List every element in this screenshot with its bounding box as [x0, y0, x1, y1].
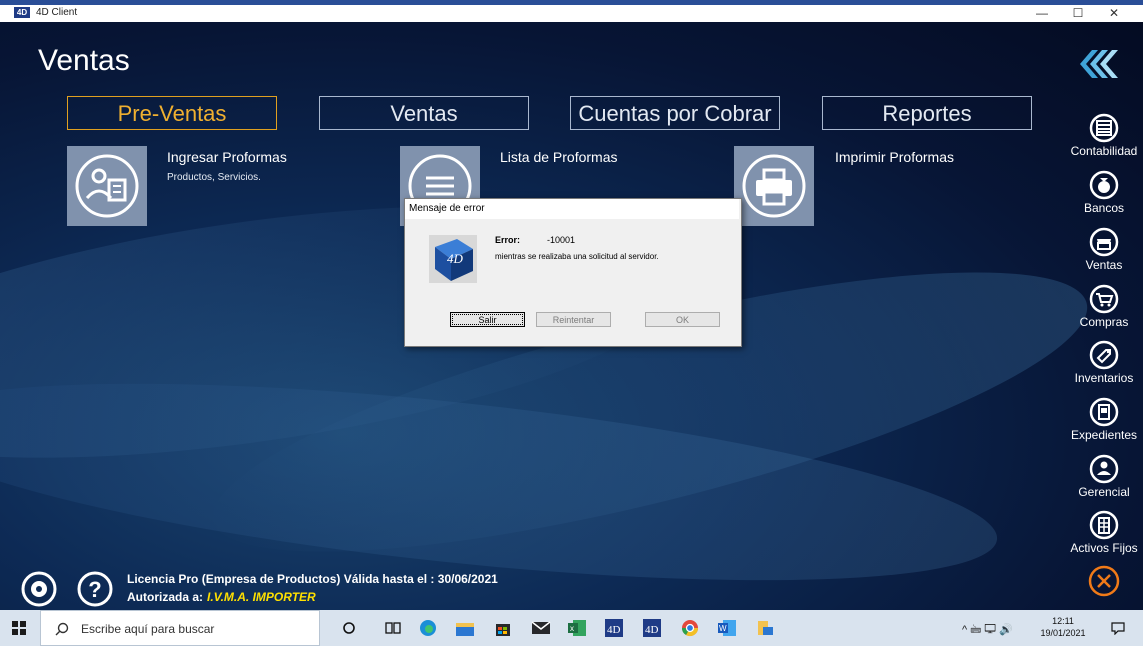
authorized-label: Autorizada a:	[127, 590, 204, 604]
svg-text:4D: 4D	[645, 624, 659, 636]
svg-text:4D: 4D	[607, 624, 621, 636]
tab-cuentas-por-cobrar[interactable]: Cuentas por Cobrar	[570, 96, 780, 130]
error-label: Error:	[495, 235, 521, 245]
nav-compras[interactable]: Compras	[1066, 284, 1142, 329]
nav-inventarios-label: Inventarios	[1074, 371, 1134, 385]
taskbar-clock[interactable]: 12:11 19/01/2021	[1040, 615, 1086, 639]
ingresar-proformas-title[interactable]: Ingresar Proformas	[167, 149, 287, 165]
dialog-title: Mensaje de error	[405, 199, 739, 219]
salir-button[interactable]: Salir	[450, 312, 525, 327]
excel-icon[interactable]: x	[566, 617, 588, 639]
maximize-button[interactable]: ☐	[1060, 5, 1096, 22]
nav-expedientes[interactable]: Expedientes	[1066, 397, 1142, 442]
window-title: 4D Client	[36, 7, 78, 18]
ingresar-proformas-subtitle: Productos, Servicios.	[167, 172, 261, 183]
taskbar-search[interactable]: Escribe aquí para buscar	[40, 610, 320, 646]
nav-contabilidad[interactable]: Contabilidad	[1066, 113, 1142, 158]
user-form-icon	[75, 154, 139, 218]
cart-icon	[1089, 284, 1119, 314]
search-placeholder: Escribe aquí para buscar	[81, 622, 215, 636]
nav-activos-fijos-label: Activos Fijos	[1070, 541, 1138, 555]
nav-gerencial-label: Gerencial	[1078, 485, 1130, 499]
4d-app-icon[interactable]: 4D	[603, 617, 625, 639]
cortana-icon[interactable]	[338, 617, 360, 639]
nav-compras-label: Compras	[1079, 315, 1129, 329]
storefront-icon	[1089, 227, 1119, 257]
store-icon[interactable]	[492, 617, 514, 639]
tab-reportes[interactable]: Reportes	[822, 96, 1032, 130]
company-logo	[1080, 50, 1118, 78]
window-titlebar: 4D 4D Client — ☐ ✕	[0, 0, 1143, 22]
imprimir-proformas-button[interactable]	[734, 146, 814, 226]
notifications-icon[interactable]	[1111, 622, 1125, 635]
ok-button[interactable]: OK	[645, 312, 720, 327]
imprimir-proformas-title[interactable]: Imprimir Proformas	[835, 149, 954, 165]
reintentar-button[interactable]: Reintentar	[536, 312, 611, 327]
clock-time: 12:11	[1052, 616, 1074, 626]
svg-text:x: x	[570, 624, 574, 633]
authorized-company: I.V.M.A. IMPORTER	[207, 590, 316, 604]
section-title: Ventas	[38, 44, 130, 77]
lista-proformas-title[interactable]: Lista de Proformas	[500, 149, 618, 165]
manager-icon	[1089, 454, 1119, 484]
system-tray[interactable]: ^ 🖮 🖵 🔊	[962, 621, 1013, 640]
taskbar: Escribe aquí para buscar x 4D 4D W ^ 🖮 🖵…	[0, 610, 1143, 646]
nav-ventas-label: Ventas	[1085, 258, 1123, 272]
svg-text:?: ?	[88, 577, 101, 602]
search-icon	[55, 622, 69, 636]
license-authorized: Autorizada a: I.V.M.A. IMPORTER	[127, 590, 316, 604]
error-message: mientras se realizaba una solicitud al s…	[495, 252, 659, 261]
file-explorer-icon[interactable]	[454, 617, 476, 639]
tab-ventas[interactable]: Ventas	[319, 96, 529, 130]
4d-client-icon[interactable]: 4D	[641, 617, 663, 639]
money-bag-icon	[1089, 170, 1119, 200]
ingresar-proformas-button[interactable]	[67, 146, 147, 226]
nav-bancos[interactable]: Bancos	[1066, 170, 1142, 215]
settings-button[interactable]	[21, 571, 57, 607]
minimize-button[interactable]: —	[1024, 5, 1060, 22]
nav-expedientes-label: Expedientes	[1070, 428, 1138, 442]
building-icon	[1089, 510, 1119, 540]
nav-contabilidad-label: Contabilidad	[1070, 144, 1138, 158]
4d-cube-icon: 4D	[429, 235, 477, 283]
mail-icon[interactable]	[530, 617, 552, 639]
nav-gerencial[interactable]: Gerencial	[1066, 454, 1142, 499]
help-button[interactable]: ?	[77, 571, 113, 607]
svg-text:4D: 4D	[447, 251, 464, 266]
folder-icon	[1089, 397, 1119, 427]
error-dialog: Mensaje de error 4D Error: -10001 mientr…	[404, 198, 742, 347]
nav-ventas[interactable]: Ventas	[1066, 227, 1142, 272]
chrome-icon[interactable]	[679, 617, 701, 639]
abacus-icon	[1089, 113, 1119, 143]
close-window-button[interactable]: ✕	[1096, 5, 1132, 22]
tag-icon	[1089, 340, 1119, 370]
main-area: Ventas Pre-Ventas Ventas Cuentas por Cob…	[0, 22, 1143, 610]
clock-date: 19/01/2021	[1040, 628, 1086, 638]
license-text: Licencia Pro (Empresa de Productos) Váli…	[127, 572, 498, 586]
svg-text:W: W	[719, 624, 727, 633]
files-icon[interactable]	[754, 617, 776, 639]
word-icon[interactable]: W	[716, 617, 738, 639]
printer-icon	[742, 154, 806, 218]
nav-bancos-label: Bancos	[1083, 201, 1125, 215]
nav-inventarios[interactable]: Inventarios	[1066, 340, 1142, 385]
task-view-icon[interactable]	[382, 617, 404, 639]
nav-activos-fijos[interactable]: Activos Fijos	[1066, 510, 1142, 555]
windows-start-icon[interactable]	[12, 621, 26, 635]
app-icon: 4D	[14, 7, 30, 18]
tab-pre-ventas[interactable]: Pre-Ventas	[67, 96, 277, 130]
exit-button[interactable]	[1088, 565, 1120, 597]
edge-icon[interactable]	[417, 617, 439, 639]
error-code: -10001	[547, 235, 576, 245]
